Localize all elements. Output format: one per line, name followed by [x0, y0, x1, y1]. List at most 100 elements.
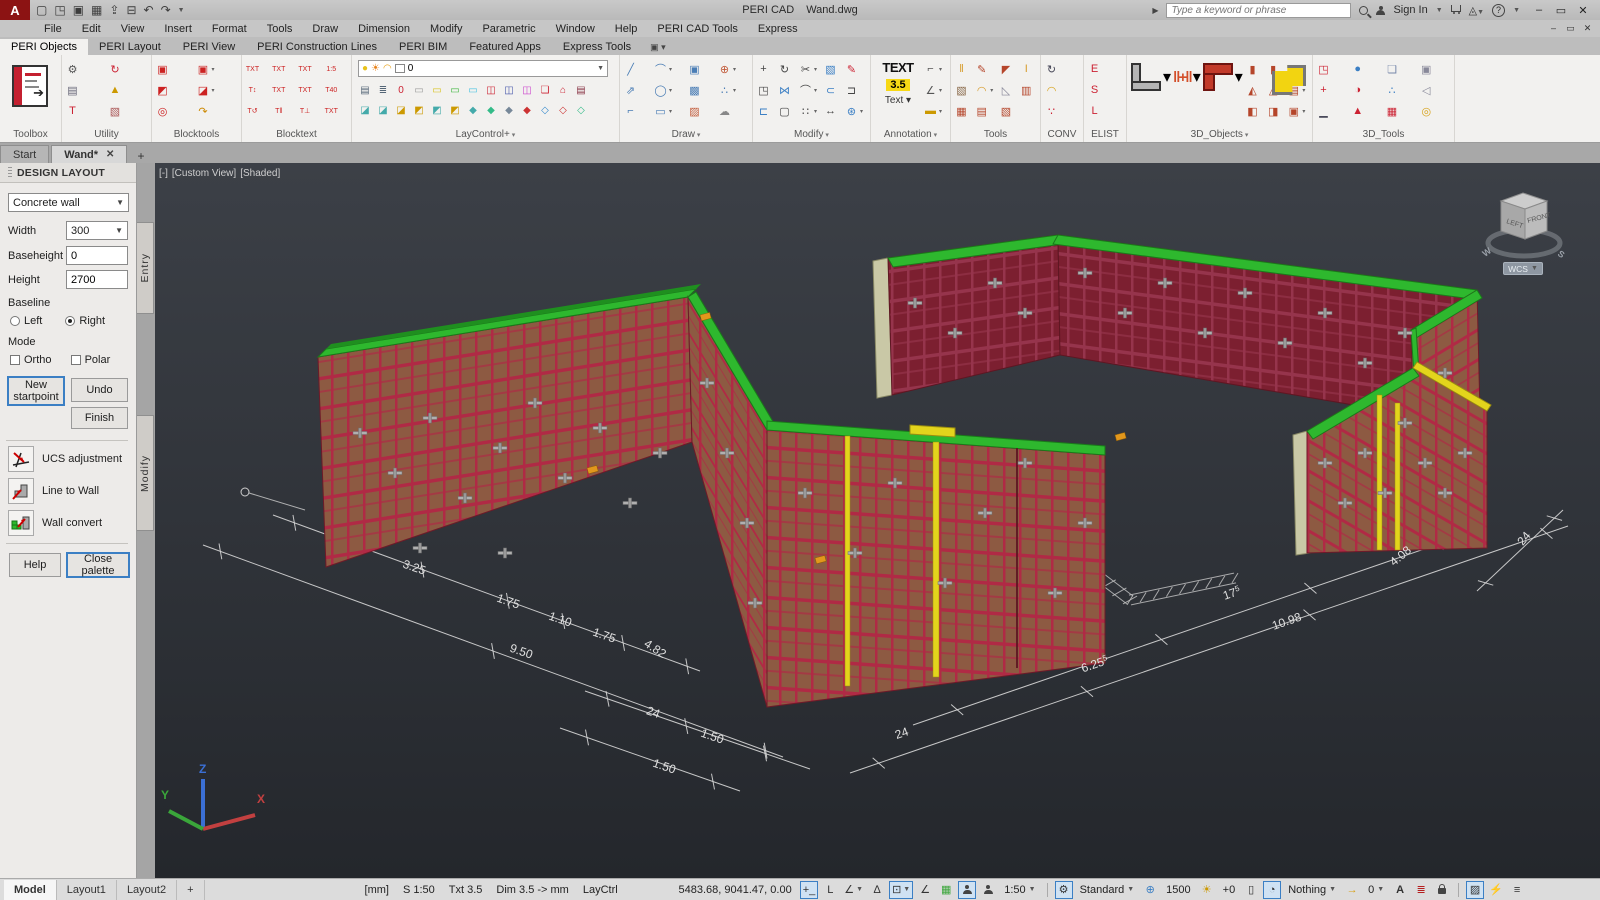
layer-x-icon[interactable]: ◇ — [556, 103, 570, 117]
open-file-icon[interactable]: ◳ — [54, 3, 65, 17]
blocktext-rotate-icon[interactable]: T↺ — [245, 104, 269, 119]
annotation-scale-control[interactable]: 1:50▼ — [1000, 884, 1039, 896]
beam-icon[interactable]: I — [1019, 62, 1037, 77]
layer-color-swatch[interactable] — [395, 64, 405, 73]
mirror-icon[interactable]: ⋈ — [777, 83, 796, 98]
baseline-right-radio[interactable]: Right — [65, 315, 105, 327]
layer-swatch-green-icon[interactable]: ▭ — [448, 83, 462, 97]
ribbon-tab-peri-objects[interactable]: PERI Objects — [0, 39, 88, 55]
align-icon[interactable]: ⊏ — [756, 104, 775, 119]
group-label-conv[interactable]: CONV — [1041, 129, 1083, 140]
view-control[interactable]: [Custom View] — [172, 168, 236, 179]
layer-prev-icon[interactable]: ◇ — [538, 103, 552, 117]
selection-cycling-icon[interactable]: ◔ — [1263, 881, 1281, 899]
menu-draw[interactable]: Draw — [302, 23, 348, 35]
layer-copy-icon[interactable]: ❏ — [538, 83, 552, 97]
cone-icon[interactable]: ▲ — [1350, 104, 1382, 119]
menu-peri-cad-tools[interactable]: PERI CAD Tools — [647, 23, 748, 35]
blocktext-wrap-icon[interactable]: TXT — [271, 83, 295, 98]
arc-icon[interactable]: ⌒▾ — [653, 62, 685, 77]
rectangle-icon[interactable]: ▭▾ — [653, 104, 685, 119]
blocktext-lock-icon[interactable]: TXT — [324, 104, 348, 119]
ucs-adjustment-tool[interactable]: UCS adjustment — [8, 446, 122, 472]
grid-2-icon[interactable]: ▤ — [974, 104, 996, 119]
layer-combo[interactable]: ●☀◠0▼ — [358, 60, 608, 77]
grid-3-icon[interactable]: ▧ — [999, 104, 1017, 119]
wall-convert-tool[interactable]: Wall convert — [8, 510, 102, 536]
text-tool-button[interactable]: TEXT3.5Text ▾ — [879, 60, 917, 106]
layer-vp-icon[interactable]: ◆ — [484, 103, 498, 117]
copy-icon[interactable]: ◳ — [756, 83, 775, 98]
search-expand-icon[interactable]: ▶ — [1152, 6, 1158, 15]
line-icon[interactable]: ╱ — [623, 62, 651, 77]
layer-stack-icon[interactable]: ≣ — [376, 83, 390, 97]
annotation-a-icon[interactable]: A — [1391, 881, 1409, 899]
point-icon[interactable]: ∴▾ — [717, 83, 749, 98]
layout-tab-layout2[interactable]: Layout2 — [117, 880, 177, 900]
tab-modify[interactable]: Modify — [137, 415, 154, 531]
layer-zero-icon[interactable]: 0 — [394, 83, 408, 97]
visual-style-control[interactable]: [Shaded] — [240, 168, 280, 179]
settings-document-icon[interactable]: ▧ — [108, 104, 149, 119]
menu-window[interactable]: Window — [546, 23, 605, 35]
tab-entry[interactable]: Entry — [137, 222, 154, 314]
ribbon-tab-peri-view[interactable]: PERI View — [172, 39, 246, 55]
palette-header[interactable]: DESIGN LAYOUT — [0, 163, 136, 183]
layer-swatch-yellow-icon[interactable]: ▭ — [430, 83, 444, 97]
restore-button[interactable]: ▭ — [1550, 4, 1572, 17]
script-refresh-icon[interactable]: ↻ — [108, 62, 149, 77]
fillet-icon[interactable]: ⌒▾ — [798, 83, 821, 98]
dynamic-input-icon[interactable]: +_ — [800, 881, 819, 899]
copy-gray-icon[interactable]: ❏ — [1385, 62, 1417, 77]
height-field[interactable] — [66, 270, 128, 289]
group-label-draw[interactable]: Draw ▾ — [620, 129, 752, 140]
autocad-logo-icon[interactable]: A — [0, 0, 30, 20]
layer-swatch-cyan-icon[interactable]: ▭ — [466, 83, 480, 97]
ucs-icon[interactable]: ZXY — [161, 762, 265, 829]
group-label-toolbox[interactable]: Toolbox — [0, 129, 61, 140]
status-item-3[interactable]: Dim 3.5 -> mm — [496, 884, 568, 896]
quick-properties-icon[interactable]: ▯ — [1242, 881, 1260, 899]
layer-swatch-gray-icon[interactable]: ▭ — [412, 83, 426, 97]
green-osnap-icon[interactable]: ▦ — [937, 881, 955, 899]
group-label-objects3d[interactable]: 3D_Objects ▾ — [1127, 129, 1312, 140]
menu-dimension[interactable]: Dimension — [348, 23, 420, 35]
blocktext-leader-icon[interactable]: TXT — [298, 62, 322, 77]
block-search-icon[interactable]: ◎ — [155, 104, 193, 119]
hardware-accel-icon[interactable]: ⚡ — [1487, 881, 1505, 899]
sign-in-caret-icon[interactable]: ▼ — [1436, 7, 1443, 14]
toolbox-icon[interactable]: ➔ — [12, 65, 48, 107]
frame-icon[interactable]: ▣ — [687, 62, 715, 77]
new-file-icon[interactable]: ▢ — [36, 3, 47, 17]
brush-icon[interactable]: ✎ — [974, 62, 996, 77]
conv-refresh-icon[interactable]: ↻ — [1044, 62, 1080, 77]
group-label-blocktext[interactable]: Blocktext — [242, 129, 351, 140]
document-icon[interactable]: ▤ — [65, 83, 106, 98]
layout-tab-model[interactable]: Model — [4, 880, 57, 900]
qat-customize-icon[interactable]: ▼ — [178, 7, 185, 14]
blocktext-scale-icon[interactable]: 1:5 — [324, 62, 348, 77]
filter-lamp-icon[interactable]: ☀ — [1198, 881, 1216, 899]
block-convert-icon[interactable]: ↷ — [195, 104, 238, 119]
hatch-dashed-icon[interactable]: ▩ — [687, 83, 715, 98]
isometric-drafting-icon[interactable]: ∆ — [868, 881, 886, 899]
layer-sun-icon[interactable]: ☀ — [371, 63, 380, 74]
layer-frame-red-icon[interactable]: ◫ — [484, 83, 498, 97]
layer-thaw-icon[interactable]: ◩ — [430, 103, 444, 117]
panel-x-icon[interactable]: ▧ — [954, 83, 972, 98]
elist-ls-icon[interactable]: L — [1087, 104, 1123, 119]
group-label-modify[interactable]: Modify ▾ — [753, 129, 870, 140]
status-item-0[interactable]: [mm] — [365, 884, 389, 896]
text-document-icon[interactable]: T — [65, 104, 106, 119]
wall-height-icon[interactable]: ▮ — [1245, 62, 1264, 77]
wrench-icon[interactable]: ⚙ — [65, 62, 106, 77]
layer-unlock2-icon[interactable]: ◩ — [448, 103, 462, 117]
layout-tab-layout1[interactable]: Layout1 — [57, 880, 117, 900]
wall-corner-red-icon[interactable] — [1203, 63, 1233, 91]
workspace-switching-icon[interactable]: ⚙ — [1055, 881, 1073, 899]
graphics-performance-icon[interactable]: ▨ — [1466, 881, 1484, 899]
panel-split-icon[interactable]: ◑ — [1350, 83, 1382, 98]
ribbon-tab-peri-bim[interactable]: PERI BIM — [388, 39, 458, 55]
snap-tracking-icon[interactable]: ∠ — [916, 881, 934, 899]
panel-move-icon[interactable]: ◳ — [1316, 62, 1348, 77]
